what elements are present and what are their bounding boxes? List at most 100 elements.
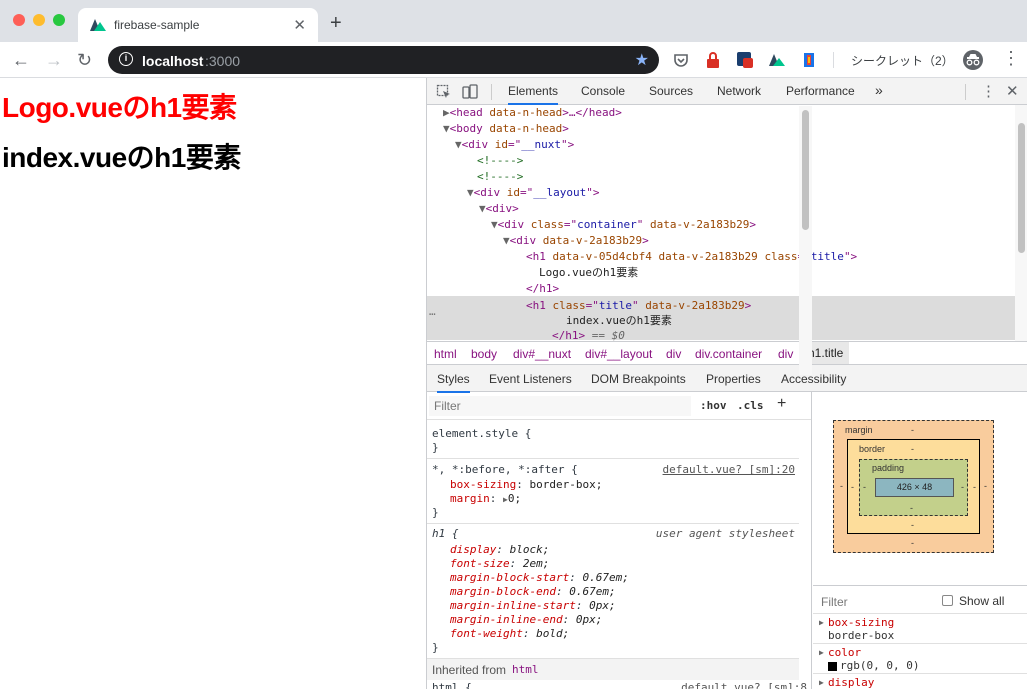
- crumb-div[interactable]: div: [778, 347, 793, 361]
- crumb-div[interactable]: div: [666, 347, 681, 361]
- minimize-window-button[interactable]: [33, 14, 45, 26]
- dom-node-div[interactable]: ▼<div>: [479, 201, 519, 217]
- inherited-from-link[interactable]: html: [512, 663, 539, 676]
- expand-arrow-icon[interactable]: ▶: [819, 618, 824, 627]
- padding-left-value[interactable]: -: [863, 482, 866, 492]
- crumb-html[interactable]: html: [434, 347, 457, 361]
- browser-tab[interactable]: firebase-sample ✕: [78, 8, 318, 42]
- dom-close-h1[interactable]: </h1>: [526, 281, 559, 297]
- dom-comment[interactable]: <!---->: [477, 169, 523, 185]
- tab-elements[interactable]: Elements: [508, 84, 559, 105]
- incognito-icon[interactable]: [963, 50, 983, 70]
- vue-devtools-extension-icon[interactable]: [768, 51, 786, 69]
- crumb-nuxt[interactable]: div#__nuxt: [513, 347, 571, 361]
- tab-network[interactable]: Network: [717, 84, 761, 98]
- dom-node-inner-div[interactable]: ▼<div data-v-2a183b29>: [503, 233, 649, 249]
- scroll-thumb[interactable]: [1018, 123, 1025, 253]
- padding-right-value[interactable]: -: [961, 482, 964, 492]
- dom-node-h1-index[interactable]: <h1 class="title" data-v-2a183b29>: [526, 298, 751, 314]
- pocket-extension-icon[interactable]: [672, 51, 690, 69]
- tab-performance[interactable]: Performance: [786, 84, 855, 98]
- margin-bottom-value[interactable]: -: [911, 538, 914, 548]
- border-right-value[interactable]: -: [973, 482, 976, 492]
- device-toolbar-icon[interactable]: [462, 84, 478, 100]
- rule2-prop[interactable]: font-weight: bold;: [450, 627, 569, 641]
- new-tab-button[interactable]: +: [330, 12, 342, 35]
- subtab-properties[interactable]: Properties: [706, 372, 761, 386]
- computed-prop-name[interactable]: display: [828, 676, 874, 689]
- rule1-selector[interactable]: *, *:before, *:after {: [432, 463, 578, 477]
- dom-node-nuxt[interactable]: ▼<div id="__nuxt">: [455, 137, 574, 153]
- margin-left-value[interactable]: -: [840, 481, 843, 491]
- border-top-value[interactable]: -: [911, 444, 914, 454]
- crumb-container[interactable]: div.container: [695, 347, 762, 361]
- reload-button[interactable]: ↻: [77, 50, 92, 71]
- bookmark-star-icon[interactable]: ★: [635, 50, 649, 70]
- box-content[interactable]: 426 × 48: [875, 478, 954, 497]
- crumb-body[interactable]: body: [471, 347, 497, 361]
- tab-close-icon[interactable]: ✕: [293, 16, 306, 34]
- rule2-prop[interactable]: margin-inline-start: 0px;: [450, 599, 616, 613]
- new-style-rule-button[interactable]: +: [777, 395, 786, 413]
- back-button[interactable]: ←: [12, 50, 30, 71]
- box-padding[interactable]: padding - - - 426 × 48: [859, 459, 968, 516]
- rule1-source-link[interactable]: default.vue? [sm]:20: [663, 463, 795, 476]
- subtab-event-listeners[interactable]: Event Listeners: [489, 372, 572, 386]
- dom-node-layout[interactable]: ▼<div id="__layout">: [467, 185, 599, 201]
- padding-bottom-value[interactable]: -: [910, 503, 913, 513]
- margin-right-value[interactable]: -: [984, 481, 987, 491]
- box-border[interactable]: border - - - - padding - - - 426 × 48: [847, 439, 980, 534]
- hov-button[interactable]: :hov: [700, 399, 727, 412]
- row-ellipsis-icon[interactable]: …: [429, 304, 436, 320]
- box-margin[interactable]: margin - - - - border - - - - padding - …: [833, 420, 994, 553]
- shield-extension-icon[interactable]: [736, 51, 754, 69]
- border-left-value[interactable]: -: [851, 482, 854, 492]
- dom-node-container[interactable]: ▼<div class="container" data-v-2a183b29>: [491, 217, 756, 233]
- rule2-prop[interactable]: font-size: 2em;: [450, 557, 549, 571]
- scroll-thumb[interactable]: [802, 110, 809, 230]
- dom-text-index[interactable]: index.vueのh1要素: [566, 313, 672, 329]
- more-tabs-button[interactable]: »: [875, 82, 883, 98]
- incognito-label[interactable]: シークレット（2）: [851, 52, 954, 69]
- styles-scrollbar[interactable]: [799, 106, 812, 375]
- chrome-menu-icon[interactable]: ⋮: [1002, 48, 1020, 69]
- close-window-button[interactable]: [13, 14, 25, 26]
- computed-prop-name[interactable]: color: [828, 646, 861, 659]
- tab-console[interactable]: Console: [581, 84, 625, 98]
- address-bar[interactable]: i localhost :3000 ★: [108, 46, 659, 74]
- forward-button[interactable]: →: [45, 50, 63, 71]
- rule2-prop[interactable]: margin-block-end: 0.67em;: [450, 585, 616, 599]
- border-bottom-value[interactable]: -: [911, 520, 914, 530]
- rule1-prop[interactable]: margin: ▶0;: [450, 492, 521, 507]
- subtab-accessibility[interactable]: Accessibility: [781, 372, 846, 386]
- rule2-prop[interactable]: display: block;: [450, 543, 549, 557]
- subtab-dom-breakpoints[interactable]: DOM Breakpoints: [591, 372, 686, 386]
- rule1-prop[interactable]: box-sizing: border-box;: [450, 478, 602, 492]
- element-style-selector[interactable]: element.style {: [432, 427, 531, 441]
- expand-arrow-icon[interactable]: ▶: [819, 648, 824, 657]
- devtools-menu-icon[interactable]: ⋮: [981, 82, 996, 100]
- rule2-prop[interactable]: margin-inline-end: 0px;: [450, 613, 602, 627]
- cls-button[interactable]: .cls: [737, 399, 764, 412]
- dom-text-logo[interactable]: Logo.vueのh1要素: [539, 265, 638, 281]
- subtab-styles[interactable]: Styles: [437, 372, 470, 393]
- color-swatch[interactable]: [828, 662, 837, 671]
- color-extension-icon[interactable]: [800, 51, 818, 69]
- site-info-icon[interactable]: i: [119, 52, 133, 66]
- rule2-selector[interactable]: h1 {: [432, 527, 459, 541]
- expand-arrow-icon[interactable]: ▶: [819, 678, 824, 687]
- dom-close-h1-selected[interactable]: </h1> == $0: [552, 328, 625, 341]
- dom-node-body[interactable]: ▼<body data-n-head>: [443, 121, 569, 137]
- margin-top-value[interactable]: -: [911, 425, 914, 435]
- dom-comment[interactable]: <!---->: [477, 153, 523, 169]
- lock-extension-icon[interactable]: [704, 51, 722, 69]
- crumb-layout[interactable]: div#__layout: [585, 347, 652, 361]
- dom-node-head[interactable]: ▶<head data-n-head>…</head>: [443, 105, 622, 121]
- styles-filter-input[interactable]: [429, 396, 691, 416]
- rule3-selector[interactable]: html {: [432, 681, 472, 689]
- computed-filter-input[interactable]: Filter: [821, 595, 848, 609]
- computed-prop-name[interactable]: box-sizing: [828, 616, 894, 629]
- devtools-close-icon[interactable]: ✕: [1006, 82, 1019, 100]
- show-all-checkbox[interactable]: [942, 595, 953, 606]
- zoom-window-button[interactable]: [53, 14, 65, 26]
